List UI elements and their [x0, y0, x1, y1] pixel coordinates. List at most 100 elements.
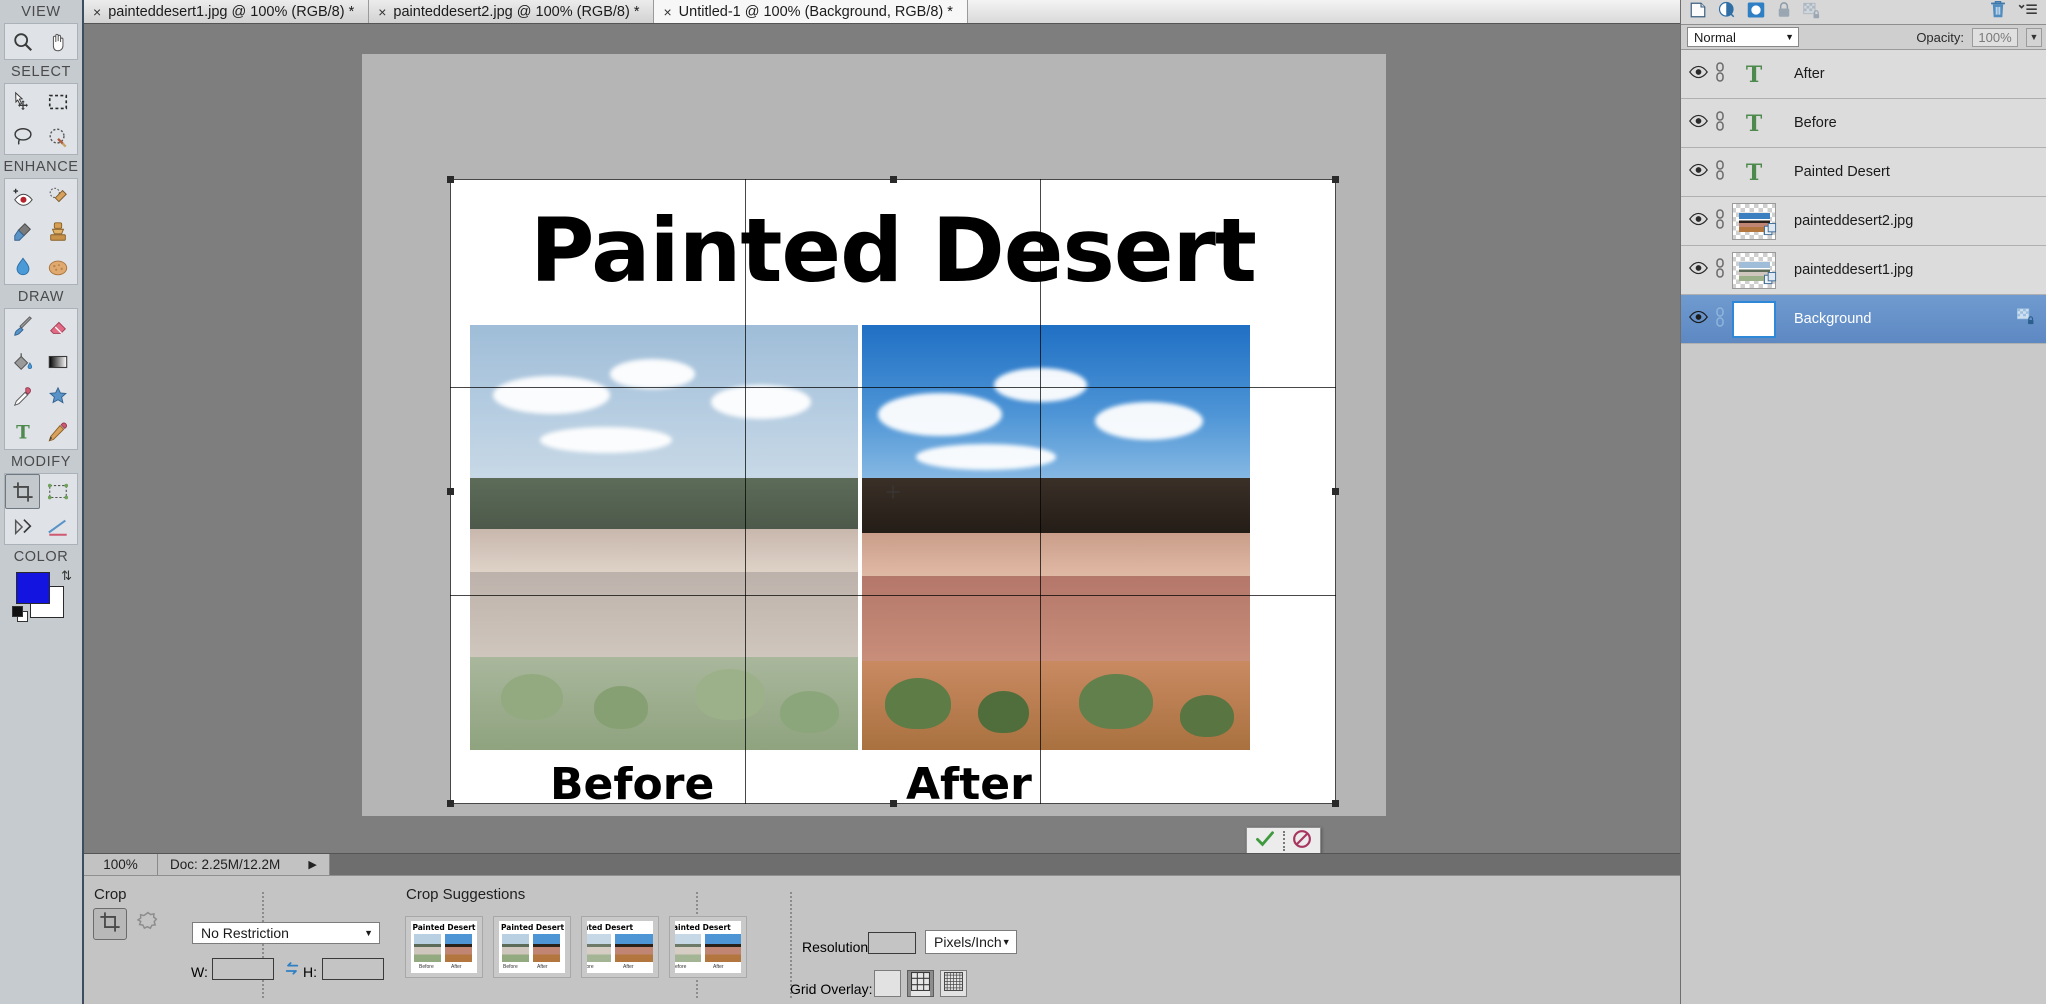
cancel-crop-button[interactable]	[1285, 829, 1321, 854]
foreground-color-swatch[interactable]	[16, 572, 50, 604]
pencil-tool-button[interactable]	[40, 414, 75, 449]
gradient-icon	[47, 351, 69, 373]
quick-selection-tool-button[interactable]	[40, 119, 75, 154]
spot-healing-brush-tool-button[interactable]	[40, 179, 75, 214]
close-icon[interactable]: ×	[663, 5, 671, 19]
paint-bucket-tool-button[interactable]	[5, 344, 40, 379]
layers-panel-toolbar	[1681, 0, 2046, 25]
crop-suggestion-4[interactable]: ainted Desert efore After	[669, 916, 747, 978]
brush-tool-button[interactable]	[5, 309, 40, 344]
layer-link-icon[interactable]	[1714, 61, 1726, 87]
zoom-tool-button[interactable]	[5, 24, 40, 59]
layer-row-painteddesert1[interactable]: painteddesert1.jpg	[1681, 246, 2046, 295]
blend-mode-select[interactable]: Normal ▼	[1687, 27, 1799, 47]
tool-group-select	[4, 83, 78, 155]
layer-locked-icon	[2016, 308, 2036, 330]
resolution-input[interactable]	[868, 932, 916, 954]
gradient-tool-button[interactable]	[40, 344, 75, 379]
opacity-slider-toggle[interactable]: ▼	[2026, 27, 2042, 47]
height-input[interactable]	[322, 958, 384, 980]
zoom-level-field[interactable]: 100%	[84, 853, 158, 876]
layer-mask-icon[interactable]	[1747, 1, 1765, 24]
cookie-cutter-button[interactable]	[133, 910, 163, 938]
status-expand-icon[interactable]: ▶	[308, 858, 316, 871]
eraser-tool-button[interactable]	[40, 309, 75, 344]
close-icon[interactable]: ×	[378, 5, 386, 19]
text-layer-icon: T	[1732, 61, 1776, 87]
default-colors-icon[interactable]	[12, 606, 28, 622]
move-tool-button[interactable]	[5, 84, 40, 119]
suggestion-after-label: After	[537, 964, 548, 970]
layer-link-icon[interactable]	[1714, 257, 1726, 283]
adjustment-layer-icon[interactable]	[1718, 1, 1736, 24]
opacity-input[interactable]: 100%	[1972, 27, 2018, 47]
delete-layer-icon[interactable]	[1989, 0, 2007, 24]
type-tool-button[interactable]: T	[5, 414, 40, 449]
layer-thumbnail[interactable]	[1732, 202, 1777, 241]
lock-transparency-icon[interactable]	[1803, 1, 1821, 24]
smart-brush-icon	[12, 221, 34, 243]
crop-suggestion-1[interactable]: Painted Desert Before After	[405, 916, 483, 978]
crop-mode-button[interactable]	[93, 908, 127, 940]
layer-row-background[interactable]: Background	[1681, 295, 2046, 344]
rectangular-marquee-tool-button[interactable]	[40, 84, 75, 119]
layer-link-icon[interactable]	[1714, 306, 1726, 332]
layer-visibility-toggle[interactable]	[1689, 65, 1708, 84]
swap-dimensions-icon[interactable]	[283, 961, 301, 982]
swap-colors-icon[interactable]: ⇅	[61, 568, 72, 584]
grid-overlay-thirds-button[interactable]	[907, 970, 934, 997]
clone-stamp-tool-button[interactable]	[40, 214, 75, 249]
clone-stamp-icon	[47, 221, 69, 243]
layer-stack-badge	[1764, 222, 1777, 241]
crop-suggestion-3[interactable]: nted Desert fore After	[581, 916, 659, 978]
commit-crop-button[interactable]	[1247, 829, 1283, 854]
layer-row-painted-desert[interactable]: T Painted Desert	[1681, 148, 2046, 197]
crop-tool-button[interactable]	[5, 474, 40, 509]
smart-brush-tool-button[interactable]	[5, 214, 40, 249]
custom-shape-tool-button[interactable]	[40, 379, 75, 414]
tab-painteddesert1[interactable]: × painteddesert1.jpg @ 100% (RGB/8) *	[84, 0, 370, 23]
blur-tool-button[interactable]	[5, 249, 40, 284]
layer-thumbnail[interactable]	[1732, 300, 1776, 338]
layer-visibility-toggle[interactable]	[1689, 163, 1708, 182]
grid-overlay-grid-button[interactable]	[940, 970, 967, 997]
tool-group-label-draw: DRAW	[17, 289, 65, 305]
layer-link-icon[interactable]	[1714, 110, 1726, 136]
svg-text:T: T	[1746, 111, 1763, 136]
layer-thumbnail[interactable]	[1732, 251, 1777, 289]
content-aware-move-tool-button[interactable]	[5, 509, 40, 544]
straighten-icon	[47, 516, 69, 538]
resolution-unit-select[interactable]: Pixels/Inch ▼	[925, 930, 1017, 954]
chevron-down-icon: ▼	[1001, 937, 1011, 947]
lasso-tool-button[interactable]	[5, 119, 40, 154]
close-icon[interactable]: ×	[93, 5, 101, 19]
recompose-tool-button[interactable]	[40, 474, 75, 509]
layer-row-after[interactable]: T After	[1681, 50, 2046, 99]
suggestion-title: nted Desert	[587, 923, 634, 932]
tab-untitled-1[interactable]: × Untitled-1 @ 100% (Background, RGB/8) …	[654, 0, 968, 23]
tool-group-enhance	[4, 178, 78, 285]
crop-restriction-select[interactable]: No Restriction ▼	[192, 922, 380, 944]
width-input[interactable]	[212, 958, 274, 980]
hand-tool-button[interactable]	[40, 24, 75, 59]
layer-row-before[interactable]: T Before	[1681, 99, 2046, 148]
straighten-tool-button[interactable]	[40, 509, 75, 544]
lock-icon[interactable]	[1776, 1, 1792, 24]
grid-overlay-none-button[interactable]	[874, 970, 901, 997]
tab-painteddesert2[interactable]: × painteddesert2.jpg @ 100% (RGB/8) *	[369, 0, 655, 23]
layer-link-icon[interactable]	[1714, 208, 1726, 234]
red-eye-icon	[12, 186, 34, 208]
panel-menu-icon[interactable]	[2018, 2, 2038, 23]
canvas-area[interactable]: Painted Desert Before After	[84, 24, 1680, 855]
layer-visibility-toggle[interactable]	[1689, 310, 1708, 329]
layer-row-painteddesert2[interactable]: painteddesert2.jpg	[1681, 197, 2046, 246]
layer-link-icon[interactable]	[1714, 159, 1726, 185]
red-eye-removal-tool-button[interactable]	[5, 179, 40, 214]
layer-visibility-toggle[interactable]	[1689, 261, 1708, 280]
sponge-tool-button[interactable]	[40, 249, 75, 284]
layer-visibility-toggle[interactable]	[1689, 114, 1708, 133]
layer-visibility-toggle[interactable]	[1689, 212, 1708, 231]
crop-suggestion-2[interactable]: Painted Desert Before After	[493, 916, 571, 978]
new-layer-icon[interactable]	[1689, 1, 1707, 24]
eyedropper-tool-button[interactable]	[5, 379, 40, 414]
